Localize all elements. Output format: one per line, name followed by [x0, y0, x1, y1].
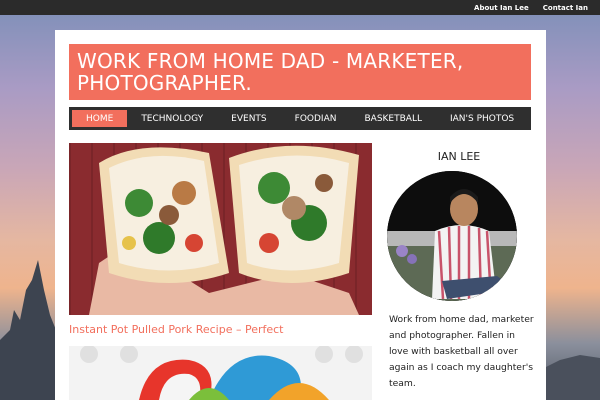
nav-item-events[interactable]: EVENTS	[217, 110, 280, 127]
sidebar-widget-title: IAN LEE	[437, 150, 481, 163]
site-header: WORK FROM HOME DAD - MARKETER, PHOTOGRAP…	[69, 44, 531, 100]
nav-item-foodian[interactable]: FOODIAN	[281, 110, 351, 127]
main-nav: HOME TECHNOLOGY EVENTS FOODIAN BASKETBAL…	[69, 107, 531, 130]
about-link[interactable]: About Ian Lee	[474, 4, 529, 12]
post-featured-image[interactable]	[69, 143, 372, 315]
site-title[interactable]: WORK FROM HOME DAD - MARKETER, PHOTOGRAP…	[77, 50, 523, 94]
contact-link[interactable]: Contact Ian	[543, 4, 588, 12]
nav-item-basketball[interactable]: BASKETBALL	[350, 110, 436, 127]
top-bar: About Ian Lee Contact Ian	[0, 0, 600, 15]
content-container: WORK FROM HOME DAD - MARKETER, PHOTOGRAP…	[55, 30, 546, 400]
post-title-link[interactable]: Instant Pot Pulled Pork Recipe – Perfect	[69, 323, 284, 336]
author-avatar	[387, 171, 517, 301]
nav-item-home[interactable]: HOME	[72, 110, 128, 127]
author-bio: Work from home dad, marketer and photogr…	[389, 314, 534, 389]
nav-item-ians-photos[interactable]: IAN'S PHOTOS	[436, 110, 528, 127]
post-2-image[interactable]	[69, 346, 372, 400]
nav-item-technology[interactable]: TECHNOLOGY	[127, 110, 217, 127]
